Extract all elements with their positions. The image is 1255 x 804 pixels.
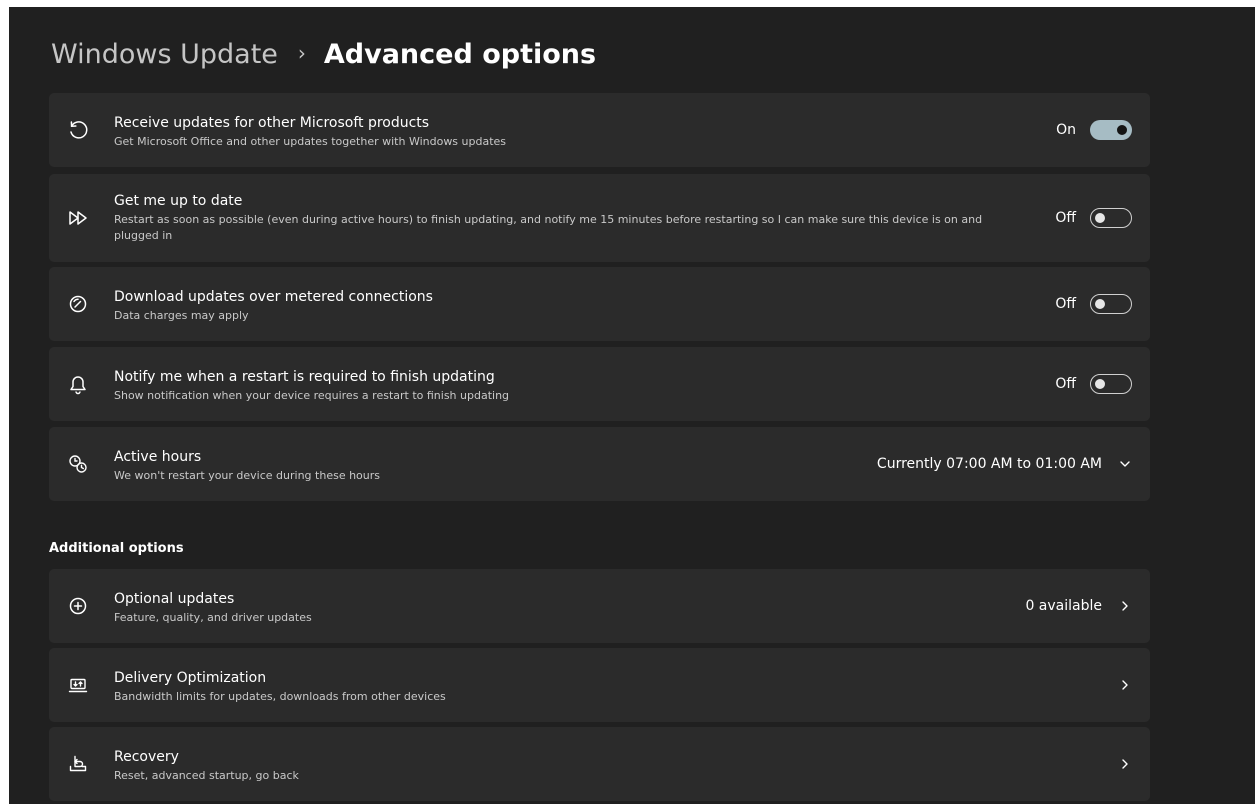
toggle-knob — [1095, 379, 1105, 389]
setting-metered-connections: Download updates over metered connection… — [49, 267, 1150, 341]
option-title: Optional updates — [114, 591, 235, 607]
setting-title: Get me up to date — [114, 193, 243, 209]
setting-description: Get Microsoft Office and other updates t… — [114, 135, 507, 148]
fast-forward-icon — [65, 205, 91, 231]
option-description: Bandwidth limits for updates, downloads … — [114, 690, 446, 703]
notify-restart-toggle[interactable] — [1090, 374, 1132, 394]
page-title: Advanced options — [323, 38, 597, 70]
option-description: Reset, advanced startup, go back — [114, 769, 299, 782]
toggle-knob — [1117, 125, 1127, 135]
toggle-knob — [1095, 299, 1105, 309]
speedometer-icon — [65, 291, 91, 317]
toggle-state-label: Off — [1055, 376, 1076, 392]
breadcrumb-windows-update[interactable]: Windows Update — [51, 39, 278, 70]
option-title: Recovery — [114, 749, 179, 765]
setting-get-me-up-to-date: Get me up to date Restart as soon as pos… — [49, 174, 1150, 262]
receive-other-updates-toggle[interactable] — [1090, 120, 1132, 140]
chevron-down-icon[interactable] — [1118, 457, 1132, 471]
delivery-optimization-icon — [65, 672, 91, 698]
setting-title: Receive updates for other Microsoft prod… — [114, 115, 430, 131]
bell-icon — [65, 371, 91, 397]
setting-description: We won't restart your device during thes… — [114, 469, 381, 482]
breadcrumb: Windows Update › Advanced options — [51, 34, 596, 74]
recovery-icon — [65, 751, 91, 777]
refresh-icon — [65, 117, 91, 143]
toggle-knob — [1095, 213, 1105, 223]
metered-connections-toggle[interactable] — [1090, 294, 1132, 314]
option-title: Delivery Optimization — [114, 670, 267, 686]
setting-notify-restart: Notify me when a restart is required to … — [49, 347, 1150, 421]
setting-description: Restart as soon as possible (even during… — [114, 213, 983, 242]
option-delivery-optimization[interactable]: Delivery Optimization Bandwidth limits f… — [49, 648, 1150, 722]
toggle-state-label: On — [1056, 122, 1076, 138]
toggle-state-label: Off — [1055, 296, 1076, 312]
chevron-right-icon — [1118, 599, 1132, 613]
setting-title: Notify me when a restart is required to … — [114, 369, 495, 385]
setting-title: Download updates over metered connection… — [114, 289, 433, 305]
chevron-right-icon — [1118, 757, 1132, 771]
circle-plus-icon — [65, 593, 91, 619]
setting-receive-other-updates: Receive updates for other Microsoft prod… — [49, 93, 1150, 167]
optional-updates-count: 0 available — [1025, 598, 1102, 614]
setting-description: Show notification when your device requi… — [114, 389, 510, 402]
option-description: Feature, quality, and driver updates — [114, 611, 312, 624]
option-optional-updates[interactable]: Optional updates Feature, quality, and d… — [49, 569, 1150, 643]
get-me-up-to-date-toggle[interactable] — [1090, 208, 1132, 228]
chevron-right-icon — [1118, 678, 1132, 692]
active-hours-clock-icon — [65, 451, 91, 477]
toggle-state-label: Off — [1055, 210, 1076, 226]
active-hours-value: Currently 07:00 AM to 01:00 AM — [876, 456, 1102, 472]
settings-window: Windows Update › Advanced options Receiv… — [9, 7, 1255, 804]
setting-title: Active hours — [114, 449, 202, 465]
option-recovery[interactable]: Recovery Reset, advanced startup, go bac… — [49, 727, 1150, 801]
breadcrumb-separator: › — [297, 41, 306, 65]
setting-description: Data charges may apply — [114, 309, 249, 322]
additional-options-heading: Additional options — [49, 541, 184, 556]
setting-active-hours[interactable]: Active hours We won't restart your devic… — [49, 427, 1150, 501]
